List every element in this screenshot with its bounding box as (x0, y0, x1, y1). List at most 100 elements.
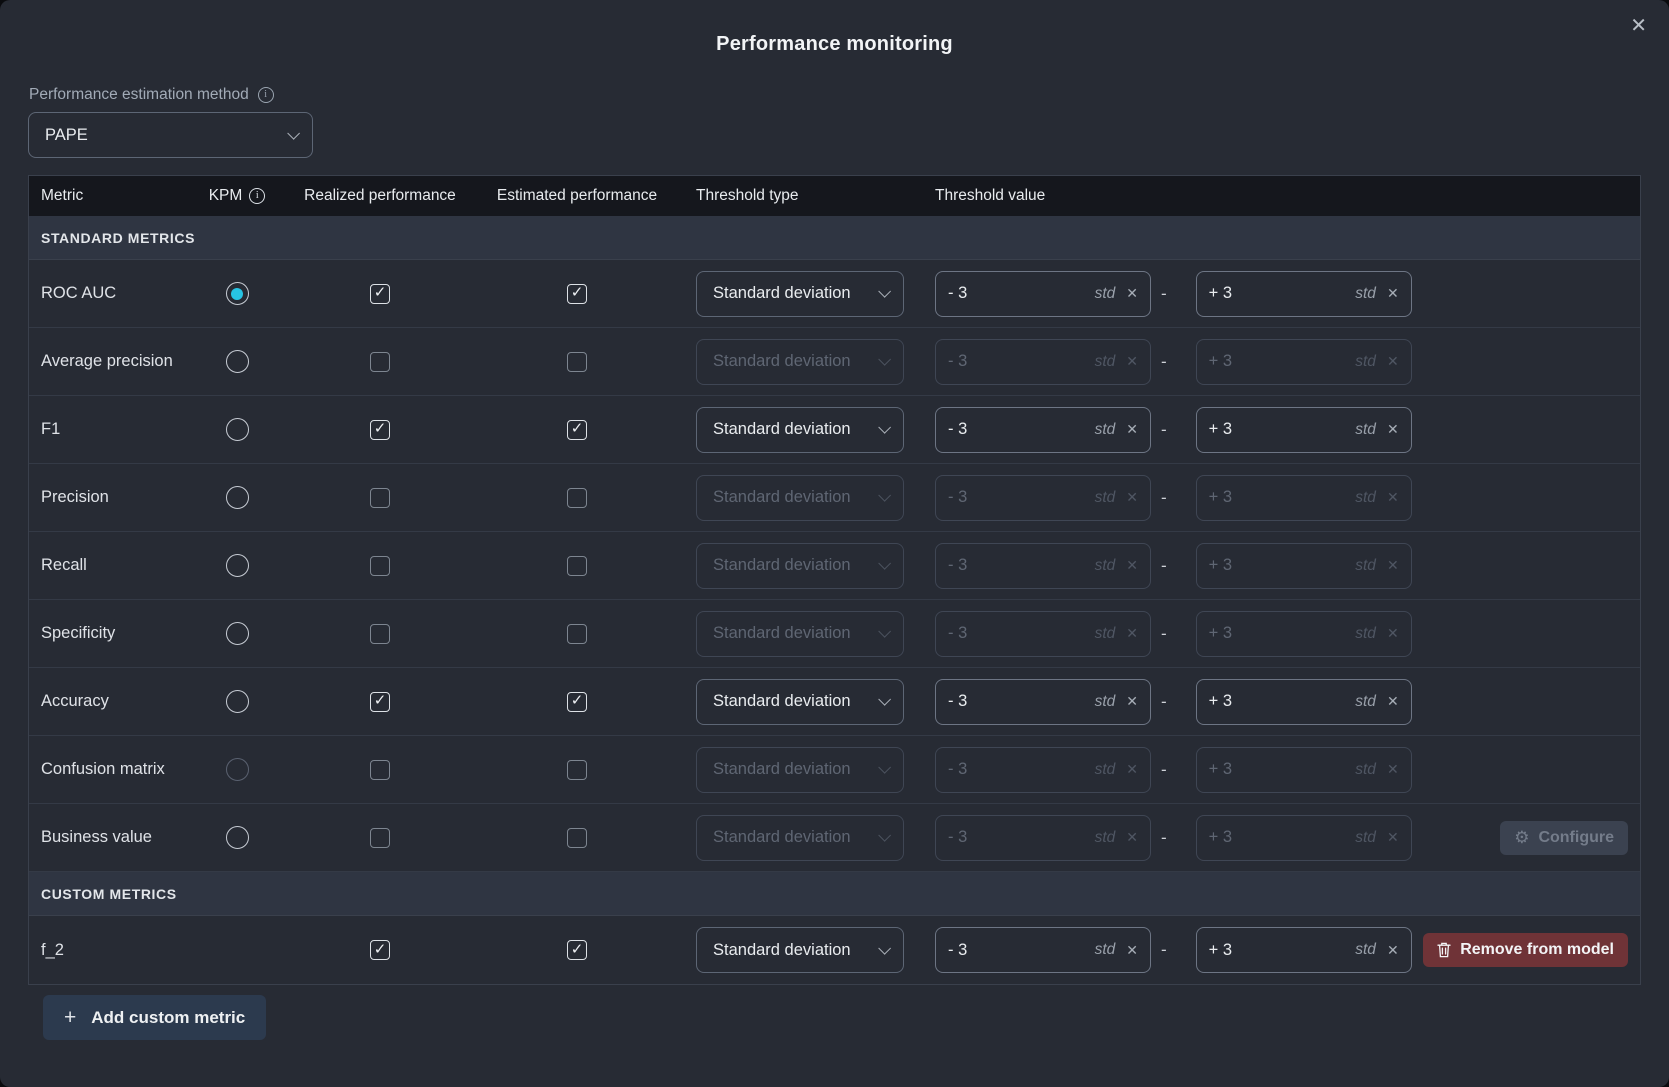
threshold-high-input[interactable]: + 3 std ✕ (1196, 543, 1412, 589)
realized-performance-checkbox[interactable]: ✓ (370, 624, 390, 644)
threshold-low-input[interactable]: - 3 std ✕ (935, 475, 1151, 521)
clear-icon[interactable]: ✕ (1126, 693, 1138, 710)
kpm-radio[interactable] (226, 554, 249, 577)
threshold-type-select[interactable]: Standard deviation (696, 611, 904, 657)
threshold-type-select[interactable]: Standard deviation (696, 927, 904, 973)
threshold-low-input[interactable]: - 3 std ✕ (935, 747, 1151, 793)
clear-icon[interactable]: ✕ (1126, 625, 1138, 642)
estimation-method-value: PAPE (45, 126, 88, 145)
threshold-type-select[interactable]: Standard deviation (696, 815, 904, 861)
clear-icon[interactable]: ✕ (1126, 285, 1138, 302)
clear-icon[interactable]: ✕ (1387, 353, 1399, 370)
metric-label: Precision (29, 488, 196, 507)
remove-from-model-button[interactable]: Remove from model (1423, 933, 1628, 967)
threshold-low-input[interactable]: - 3 std ✕ (935, 815, 1151, 861)
clear-icon[interactable]: ✕ (1387, 693, 1399, 710)
clear-icon[interactable]: ✕ (1387, 421, 1399, 438)
clear-icon[interactable]: ✕ (1126, 421, 1138, 438)
threshold-high-input[interactable]: + 3 std ✕ (1196, 679, 1412, 725)
threshold-low-input[interactable]: - 3 std ✕ (935, 543, 1151, 589)
threshold-low-input[interactable]: - 3 std ✕ (935, 271, 1151, 317)
add-custom-metric-button[interactable]: + Add custom metric (43, 995, 266, 1040)
threshold-high-input[interactable]: + 3 std ✕ (1196, 927, 1412, 973)
realized-performance-checkbox[interactable]: ✓ (370, 420, 390, 440)
threshold-high-input[interactable]: + 3 std ✕ (1196, 815, 1412, 861)
info-icon[interactable]: i (258, 87, 274, 103)
kpm-radio[interactable] (226, 622, 249, 645)
threshold-type-select[interactable]: Standard deviation (696, 271, 904, 317)
threshold-type-select[interactable]: Standard deviation (696, 747, 904, 793)
info-icon[interactable]: i (249, 188, 265, 204)
range-separator: - (1161, 624, 1167, 644)
kpm-radio[interactable] (226, 282, 249, 305)
estimated-performance-checkbox[interactable]: ✓ (567, 420, 587, 440)
threshold-type-select[interactable]: Standard deviation (696, 543, 904, 589)
threshold-low-input[interactable]: - 3 std ✕ (935, 611, 1151, 657)
threshold-high-input[interactable]: + 3 std ✕ (1196, 407, 1412, 453)
clear-icon[interactable]: ✕ (1387, 829, 1399, 846)
realized-performance-checkbox[interactable]: ✓ (370, 488, 390, 508)
threshold-high-input[interactable]: + 3 std ✕ (1196, 611, 1412, 657)
clear-icon[interactable]: ✕ (1387, 285, 1399, 302)
threshold-type-select[interactable]: Standard deviation (696, 407, 904, 453)
kpm-radio[interactable] (226, 690, 249, 713)
threshold-low-input[interactable]: - 3 std ✕ (935, 339, 1151, 385)
threshold-type-select[interactable]: Standard deviation (696, 475, 904, 521)
clear-icon[interactable]: ✕ (1126, 489, 1138, 506)
clear-icon[interactable]: ✕ (1387, 942, 1399, 959)
kpm-radio[interactable] (226, 418, 249, 441)
clear-icon[interactable]: ✕ (1126, 829, 1138, 846)
estimated-performance-checkbox[interactable]: ✓ (567, 692, 587, 712)
threshold-low-input[interactable]: - 3 std ✕ (935, 679, 1151, 725)
clear-icon[interactable]: ✕ (1126, 353, 1138, 370)
estimated-performance-checkbox[interactable]: ✓ (567, 624, 587, 644)
threshold-high-input[interactable]: + 3 std ✕ (1196, 475, 1412, 521)
clear-icon[interactable]: ✕ (1387, 489, 1399, 506)
unit-label: std (1095, 625, 1116, 643)
realized-performance-checkbox[interactable]: ✓ (370, 760, 390, 780)
realized-performance-checkbox[interactable]: ✓ (370, 940, 390, 960)
clear-icon[interactable]: ✕ (1387, 761, 1399, 778)
realized-performance-checkbox[interactable]: ✓ (370, 692, 390, 712)
estimated-performance-checkbox[interactable]: ✓ (567, 352, 587, 372)
configure-button: ⚙Configure (1500, 821, 1628, 855)
realized-performance-checkbox[interactable]: ✓ (370, 284, 390, 304)
estimated-performance-checkbox[interactable]: ✓ (567, 556, 587, 576)
unit-label: std (1355, 285, 1376, 303)
realized-performance-checkbox[interactable]: ✓ (370, 556, 390, 576)
threshold-type-select[interactable]: Standard deviation (696, 679, 904, 725)
clear-icon[interactable]: ✕ (1126, 761, 1138, 778)
metric-label: Specificity (29, 624, 196, 643)
unit-label: std (1095, 285, 1116, 303)
estimation-method-select[interactable]: PAPE (28, 112, 313, 158)
clear-icon[interactable]: ✕ (1126, 557, 1138, 574)
table-row: F1 ✓ ✓ Standard deviation - 3 std ✕ - + … (29, 396, 1640, 464)
estimated-performance-checkbox[interactable]: ✓ (567, 760, 587, 780)
range-separator: - (1161, 940, 1167, 960)
estimated-performance-checkbox[interactable]: ✓ (567, 940, 587, 960)
table-row: Average precision ✓ ✓ Standard deviation… (29, 328, 1640, 396)
realized-performance-checkbox[interactable]: ✓ (370, 352, 390, 372)
threshold-low-input[interactable]: - 3 std ✕ (935, 927, 1151, 973)
check-icon: ✓ (571, 285, 584, 300)
clear-icon[interactable]: ✕ (1387, 625, 1399, 642)
estimated-performance-checkbox[interactable]: ✓ (567, 284, 587, 304)
kpm-radio[interactable] (226, 486, 249, 509)
estimated-performance-checkbox[interactable]: ✓ (567, 828, 587, 848)
unit-label: std (1095, 421, 1116, 439)
clear-icon[interactable]: ✕ (1126, 942, 1138, 959)
threshold-type-select[interactable]: Standard deviation (696, 339, 904, 385)
unit-label: std (1355, 941, 1376, 959)
clear-icon[interactable]: ✕ (1387, 557, 1399, 574)
threshold-high-input[interactable]: + 3 std ✕ (1196, 271, 1412, 317)
chevron-down-icon (878, 829, 891, 842)
unit-label: std (1355, 557, 1376, 575)
threshold-low-input[interactable]: - 3 std ✕ (935, 407, 1151, 453)
estimated-performance-checkbox[interactable]: ✓ (567, 488, 587, 508)
realized-performance-checkbox[interactable]: ✓ (370, 828, 390, 848)
close-icon[interactable]: ✕ (1630, 16, 1647, 36)
threshold-high-input[interactable]: + 3 std ✕ (1196, 747, 1412, 793)
threshold-high-input[interactable]: + 3 std ✕ (1196, 339, 1412, 385)
kpm-radio[interactable] (226, 826, 249, 849)
kpm-radio[interactable] (226, 350, 249, 373)
